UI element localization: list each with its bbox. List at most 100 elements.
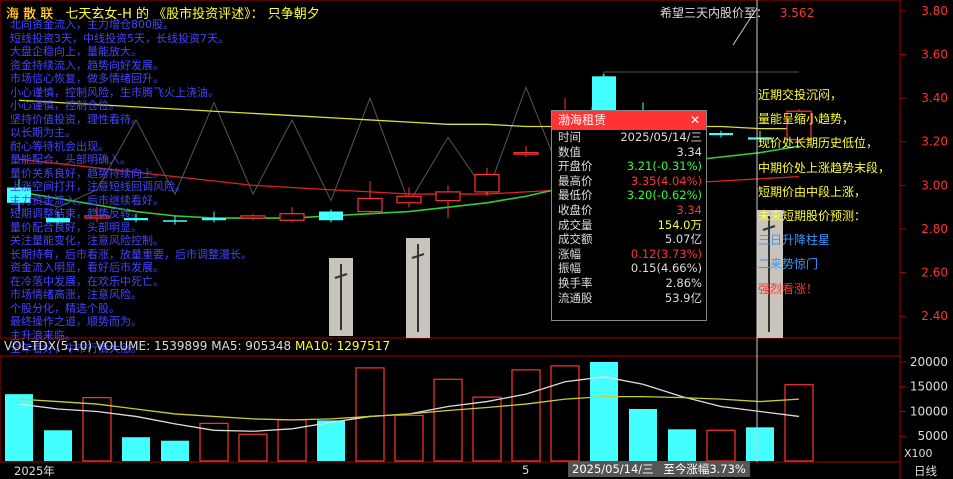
commentary-line: 量价配合良好，头部明显。 bbox=[10, 220, 142, 234]
volume-bar bbox=[784, 384, 814, 462]
volume-indicator-name[interactable]: VOL-TDX(5,10) bbox=[4, 339, 92, 353]
volume-axis-label: 20000 bbox=[910, 355, 948, 369]
candle-body bbox=[396, 195, 422, 204]
volume-bar bbox=[277, 419, 307, 462]
volume-value: VOLUME: 1539899 bbox=[95, 339, 208, 353]
price-axis-label: 2.40 bbox=[921, 309, 948, 323]
commentary-line: 主力资金流入，后市继续看好。 bbox=[10, 193, 164, 207]
commentary-line: 长期持有，后市看涨，放量重要，后市调整漫长。 bbox=[10, 247, 252, 261]
popup-row-value: 5.07亿 bbox=[664, 232, 702, 247]
forecast-note: 现价处长期历史低位， bbox=[758, 136, 879, 151]
forecast-note: 三日升降柱星 bbox=[758, 233, 831, 248]
commentary-line: 最终操作之道，顺势而为。 bbox=[10, 315, 142, 328]
stock-chart-window: 3.80 3.60 3.40 3.20 3.00 2.80 2.60 2.40 20000 150… bbox=[0, 0, 953, 479]
popup-row: 成交量 154.0万 bbox=[552, 218, 706, 233]
volume-bar bbox=[511, 369, 541, 462]
popup-row-label: 成交量 bbox=[558, 217, 593, 232]
popup-row-label: 开盘价 bbox=[558, 159, 593, 174]
commentary-line: 耐心等待机会出现。 bbox=[10, 139, 109, 153]
target-price-label: 希望三天内股价至： bbox=[660, 6, 769, 20]
forecast-notes: 近期交投沉闷， 量能呈缩小趋势， 现价处长期历史低位， 中期价处上涨趋势末段， 短期价由… bbox=[758, 83, 890, 301]
popup-row: 最低价 3.20(-0.62%) bbox=[552, 188, 706, 203]
price-axis-label: 3.80 bbox=[921, 4, 948, 18]
forecast-note: 中期价处上涨趋势末段， bbox=[758, 160, 891, 175]
commentary-line: 大盘企稳向上，量能放大。 bbox=[10, 45, 142, 58]
popup-row: 收盘价 3.34 bbox=[552, 203, 706, 218]
commentary-line: 资金持续流入，趋势向好发展。 bbox=[10, 58, 164, 72]
popup-row-value: 0.12(3.73%) bbox=[630, 246, 702, 261]
month-label: 5 bbox=[522, 463, 530, 477]
commentary-line: 量能配合，头部明确入。 bbox=[10, 153, 131, 166]
popup-row-label: 收盘价 bbox=[558, 202, 593, 217]
popup-row: 时间 2025/05/14/三 bbox=[552, 130, 706, 145]
popup-header: 渤海租赁 ✕ bbox=[552, 111, 706, 130]
popup-row-label: 涨幅 bbox=[558, 246, 581, 261]
commentary-line: 上涨空间打开，注意短线回调风险。 bbox=[10, 180, 186, 193]
commentary-line: 坚持价值投资，理性看待。 bbox=[10, 112, 142, 126]
commentary-line: 以长期为主。 bbox=[10, 126, 76, 139]
volume-bar bbox=[394, 414, 424, 462]
volume-bar bbox=[706, 429, 736, 462]
popup-row: 流通股 53.9亿 bbox=[552, 291, 706, 306]
popup-row-label: 换手率 bbox=[558, 275, 593, 290]
popup-row-label: 时间 bbox=[558, 130, 581, 144]
popup-row-label: 成交额 bbox=[558, 232, 593, 247]
popup-row-value: 53.9亿 bbox=[664, 290, 702, 305]
candle-body bbox=[709, 133, 733, 136]
popup-row-label: 振幅 bbox=[558, 261, 581, 276]
commentary-line: 市场信心恢复，做多情绪回升。 bbox=[10, 72, 164, 85]
popup-row: 振幅 0.15(4.66%) bbox=[552, 261, 706, 276]
forecast-note: 近期交投沉闷， bbox=[758, 88, 843, 102]
popup-row: 开盘价 3.21(-0.31%) bbox=[552, 159, 706, 174]
popup-row: 涨幅 0.12(3.73%) bbox=[552, 247, 706, 262]
forecast-note: 强烈看涨！ bbox=[758, 281, 819, 296]
popup-row-value: 3.34 bbox=[676, 144, 702, 159]
popup-row-value: 3.21(-0.31%) bbox=[626, 159, 702, 174]
popup-row-value: 0.15(4.66%) bbox=[630, 261, 702, 276]
popup-row-label: 最高价 bbox=[558, 173, 593, 188]
volume-bar bbox=[629, 409, 657, 461]
candle-body bbox=[474, 173, 500, 193]
volume-bar bbox=[161, 440, 189, 461]
commentary-line: 短期调整结束，趋势反转。 bbox=[10, 207, 142, 220]
quote-popup[interactable]: 渤海租赁 ✕ 时间 2025/05/14/三 数值 3.34 开盘价 3.21(-0.31… bbox=[551, 110, 707, 321]
popup-row: 数值 3.34 bbox=[552, 145, 706, 160]
popup-row-value: 2.86% bbox=[665, 275, 702, 290]
close-icon[interactable]: ✕ bbox=[690, 111, 700, 130]
forecast-note: 短期价由中段上涨， bbox=[758, 184, 867, 199]
commentary-overlay: 北向资金流入，主力增仓800股。 短线投资3天，中线投资5天，长线投资7天。 大盘企… bbox=[10, 18, 340, 356]
volume-unit: X100 bbox=[904, 447, 933, 460]
forecast-note: 未来短期股价预测： bbox=[758, 209, 867, 224]
popup-row-value: 2025/05/14/三 bbox=[620, 130, 702, 144]
candle-body bbox=[357, 197, 383, 213]
commentary-line: 小心谨慎，控制仓位。 bbox=[10, 99, 120, 112]
popup-row-label: 最低价 bbox=[558, 188, 593, 203]
commentary-line: 市场情绪高涨，注意风险。 bbox=[10, 288, 142, 301]
price-axis-label: 3.20 bbox=[921, 135, 948, 149]
price-axis-label: 3.00 bbox=[921, 178, 948, 192]
volume-bar bbox=[238, 433, 268, 462]
commentary-line: 小心谨慎，控制风险，生市腾飞火上浇油。 bbox=[10, 85, 219, 99]
popup-row-value: 3.34 bbox=[676, 202, 702, 217]
volume-bar bbox=[433, 378, 463, 462]
volume-axis-label: 5000 bbox=[917, 429, 948, 443]
commentary-line: 北向资金流入，主力增仓800股。 bbox=[10, 18, 174, 31]
volume-axis-label: 10000 bbox=[910, 404, 948, 418]
candle-body bbox=[513, 152, 539, 155]
volume-bar bbox=[355, 367, 385, 462]
price-axis-label: 2.80 bbox=[921, 222, 948, 236]
volume-bar bbox=[82, 397, 112, 462]
popup-row: 换手率 2.86% bbox=[552, 276, 706, 291]
commentary-line: 关注量能变化，注意风险控制。 bbox=[10, 234, 164, 247]
target-price-value: 3.562 bbox=[779, 6, 815, 20]
candle-body bbox=[435, 191, 461, 202]
commentary-line: 资金流入明显，看好后市发展。 bbox=[10, 261, 164, 274]
price-axis-label: 3.40 bbox=[921, 91, 948, 105]
popup-row: 最高价 3.35(4.04%) bbox=[552, 174, 706, 189]
cursor-date: 2025/05/14/三 bbox=[572, 462, 654, 476]
period-label[interactable]: 日线 bbox=[914, 463, 937, 479]
target-price: 希望三天内股价至： 3.562 bbox=[660, 4, 814, 21]
change-since: 至今涨幅3.73% bbox=[663, 462, 746, 476]
popup-rows: 时间 2025/05/14/三 数值 3.34 开盘价 3.21(-0.31%) 最高价 3.… bbox=[552, 130, 706, 305]
price-axis-label: 2.60 bbox=[921, 266, 948, 280]
